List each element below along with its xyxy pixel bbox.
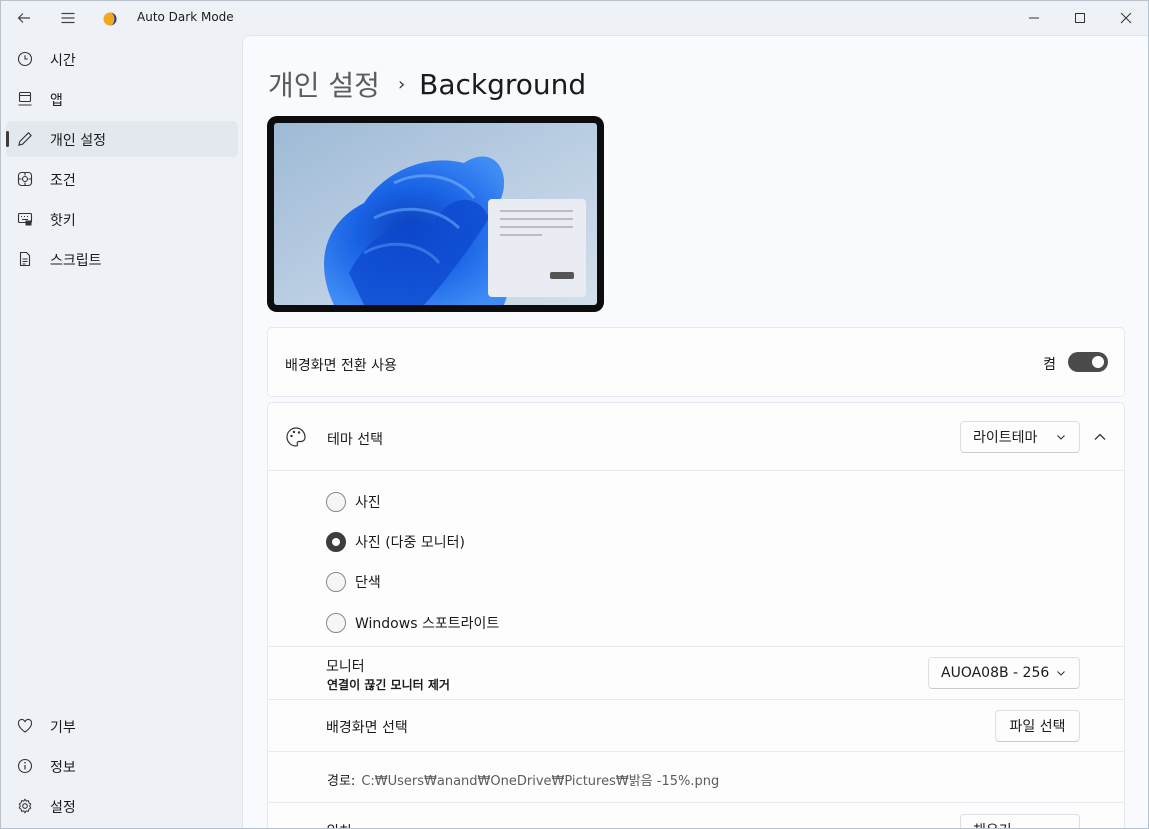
radio-label: Windows 스포트라이트 [355,616,500,632]
monitor-dropdown[interactable]: AUOA08B - 256 [928,657,1080,689]
radio-picture[interactable]: 사진 [326,492,381,512]
position-dropdown-value: 채우기 [973,820,1012,828]
divider [268,699,1124,700]
title-bar: Auto Dark Mode [1,1,1148,35]
radio-circle [326,572,346,592]
monitor-dropdown-value: AUOA08B - 256 [941,665,1050,681]
app-window: Auto Dark Mode 시간 앱 개인 설정 조건 핫키 스크립트 기부 … [0,0,1149,829]
wallpaper-switch-label: 배경화면 전환 사용 [285,358,397,374]
chevron-down-icon [1055,667,1067,683]
menu-button[interactable] [51,1,85,35]
collapse-button[interactable] [1092,429,1108,445]
breadcrumb-separator: › [397,73,406,95]
close-button[interactable] [1103,1,1148,35]
choose-file-button[interactable]: 파일 선택 [995,710,1080,742]
divider [268,802,1124,803]
maximize-button[interactable] [1057,1,1103,35]
radio-label: 단색 [355,575,381,591]
preview-image [274,123,597,305]
document-icon [17,251,33,267]
divider [268,751,1124,752]
conditions-icon [17,171,33,187]
heart-icon [17,718,33,734]
sidebar-item-scripts[interactable]: 스크립트 [6,241,238,277]
divider [268,470,1124,471]
chevron-down-icon [1055,431,1067,447]
path-value: C:₩Users₩anand₩OneDrive₩Pictures₩밝음 -15%… [361,774,720,789]
theme-dropdown-value: 라이트테마 [973,430,1038,446]
sidebar-item-label: 기부 [50,720,76,736]
sidebar-item-label: 핫키 [50,213,76,229]
sidebar-item-donate[interactable]: 기부 [6,708,238,744]
toggle-knob [1092,356,1104,368]
sidebar-item-label: 스크립트 [50,253,102,269]
selection-indicator [6,131,9,147]
divider [268,646,1124,647]
close-icon [1120,12,1132,24]
sidebar-item-label: 앱 [50,93,63,109]
theme-select-label: 테마 선택 [327,432,383,448]
sidebar-item-label: 정보 [50,760,76,776]
wallpaper-switch-toggle[interactable] [1068,352,1108,372]
monitor-label: 모니터 [326,659,365,675]
clock-icon [17,51,33,67]
sidebar-item-label: 설정 [50,800,76,816]
radio-label: 사진 (다중 모니터) [355,535,465,551]
sidebar-item-settings[interactable]: 설정 [6,788,238,824]
sidebar-item-time[interactable]: 시간 [6,41,238,77]
path-row: 경로: C:₩Users₩anand₩OneDrive₩Pictures₩밝음 -… [327,770,719,789]
minimize-button[interactable] [1011,1,1057,35]
radio-circle [326,613,346,633]
radio-circle-checked [326,532,346,552]
back-arrow-icon [17,13,30,23]
remove-disconnected-monitors-link[interactable]: 연결이 끊긴 모니터 제거 [327,676,450,693]
chevron-up-icon [1094,433,1106,440]
path-label: 경로: [327,774,356,789]
keyboard-icon [17,211,33,227]
theme-select-card: 테마 선택 라이트테마 사진 사진 (다중 모니터) 단색 Windows 스포… [267,402,1125,828]
wallpaper-preview [267,116,604,312]
sidebar-item-hotkeys[interactable]: 핫키 [6,201,238,237]
app-title: Auto Dark Mode [137,10,234,24]
sidebar-item-label: 시간 [50,53,76,69]
content-pane: 개인 설정 › Background 배경화면 전환 사용 켬 테마 선택 라이… [242,35,1148,828]
theme-dropdown[interactable]: 라이트테마 [960,421,1080,453]
sidebar-item-conditions[interactable]: 조건 [6,161,238,197]
breadcrumb-parent[interactable]: 개인 설정 [268,64,380,104]
gear-icon [17,798,33,814]
position-dropdown[interactable]: 채우기 [960,814,1080,828]
palette-icon [285,426,307,452]
pen-icon [17,131,33,147]
app-logo-icon [102,11,118,27]
sidebar-item-label: 개인 설정 [50,133,106,149]
position-label: 위치 [326,821,352,828]
info-icon [17,758,33,774]
wallpaper-select-label: 배경화면 선택 [326,720,408,736]
page-title: Background [419,67,587,101]
breadcrumb: 개인 설정 › Background [268,64,586,104]
sidebar-item-label: 조건 [50,173,76,189]
sidebar-item-personalization[interactable]: 개인 설정 [6,121,238,157]
maximize-icon [1075,13,1085,23]
sidebar-item-apps[interactable]: 앱 [6,81,238,117]
radio-picture-multi-monitor[interactable]: 사진 (다중 모니터) [326,532,465,552]
app-window-icon [17,91,33,107]
radio-windows-spotlight[interactable]: Windows 스포트라이트 [326,613,499,633]
minimize-icon [1029,17,1039,19]
radio-circle [326,492,346,512]
back-button[interactable] [7,1,41,35]
sidebar-item-about[interactable]: 정보 [6,748,238,784]
radio-solid-color[interactable]: 단색 [326,572,381,592]
wallpaper-switch-card: 배경화면 전환 사용 켬 [267,327,1125,397]
toggle-state-label: 켬 [1043,357,1056,373]
hamburger-icon [61,12,75,24]
radio-label: 사진 [355,495,381,511]
